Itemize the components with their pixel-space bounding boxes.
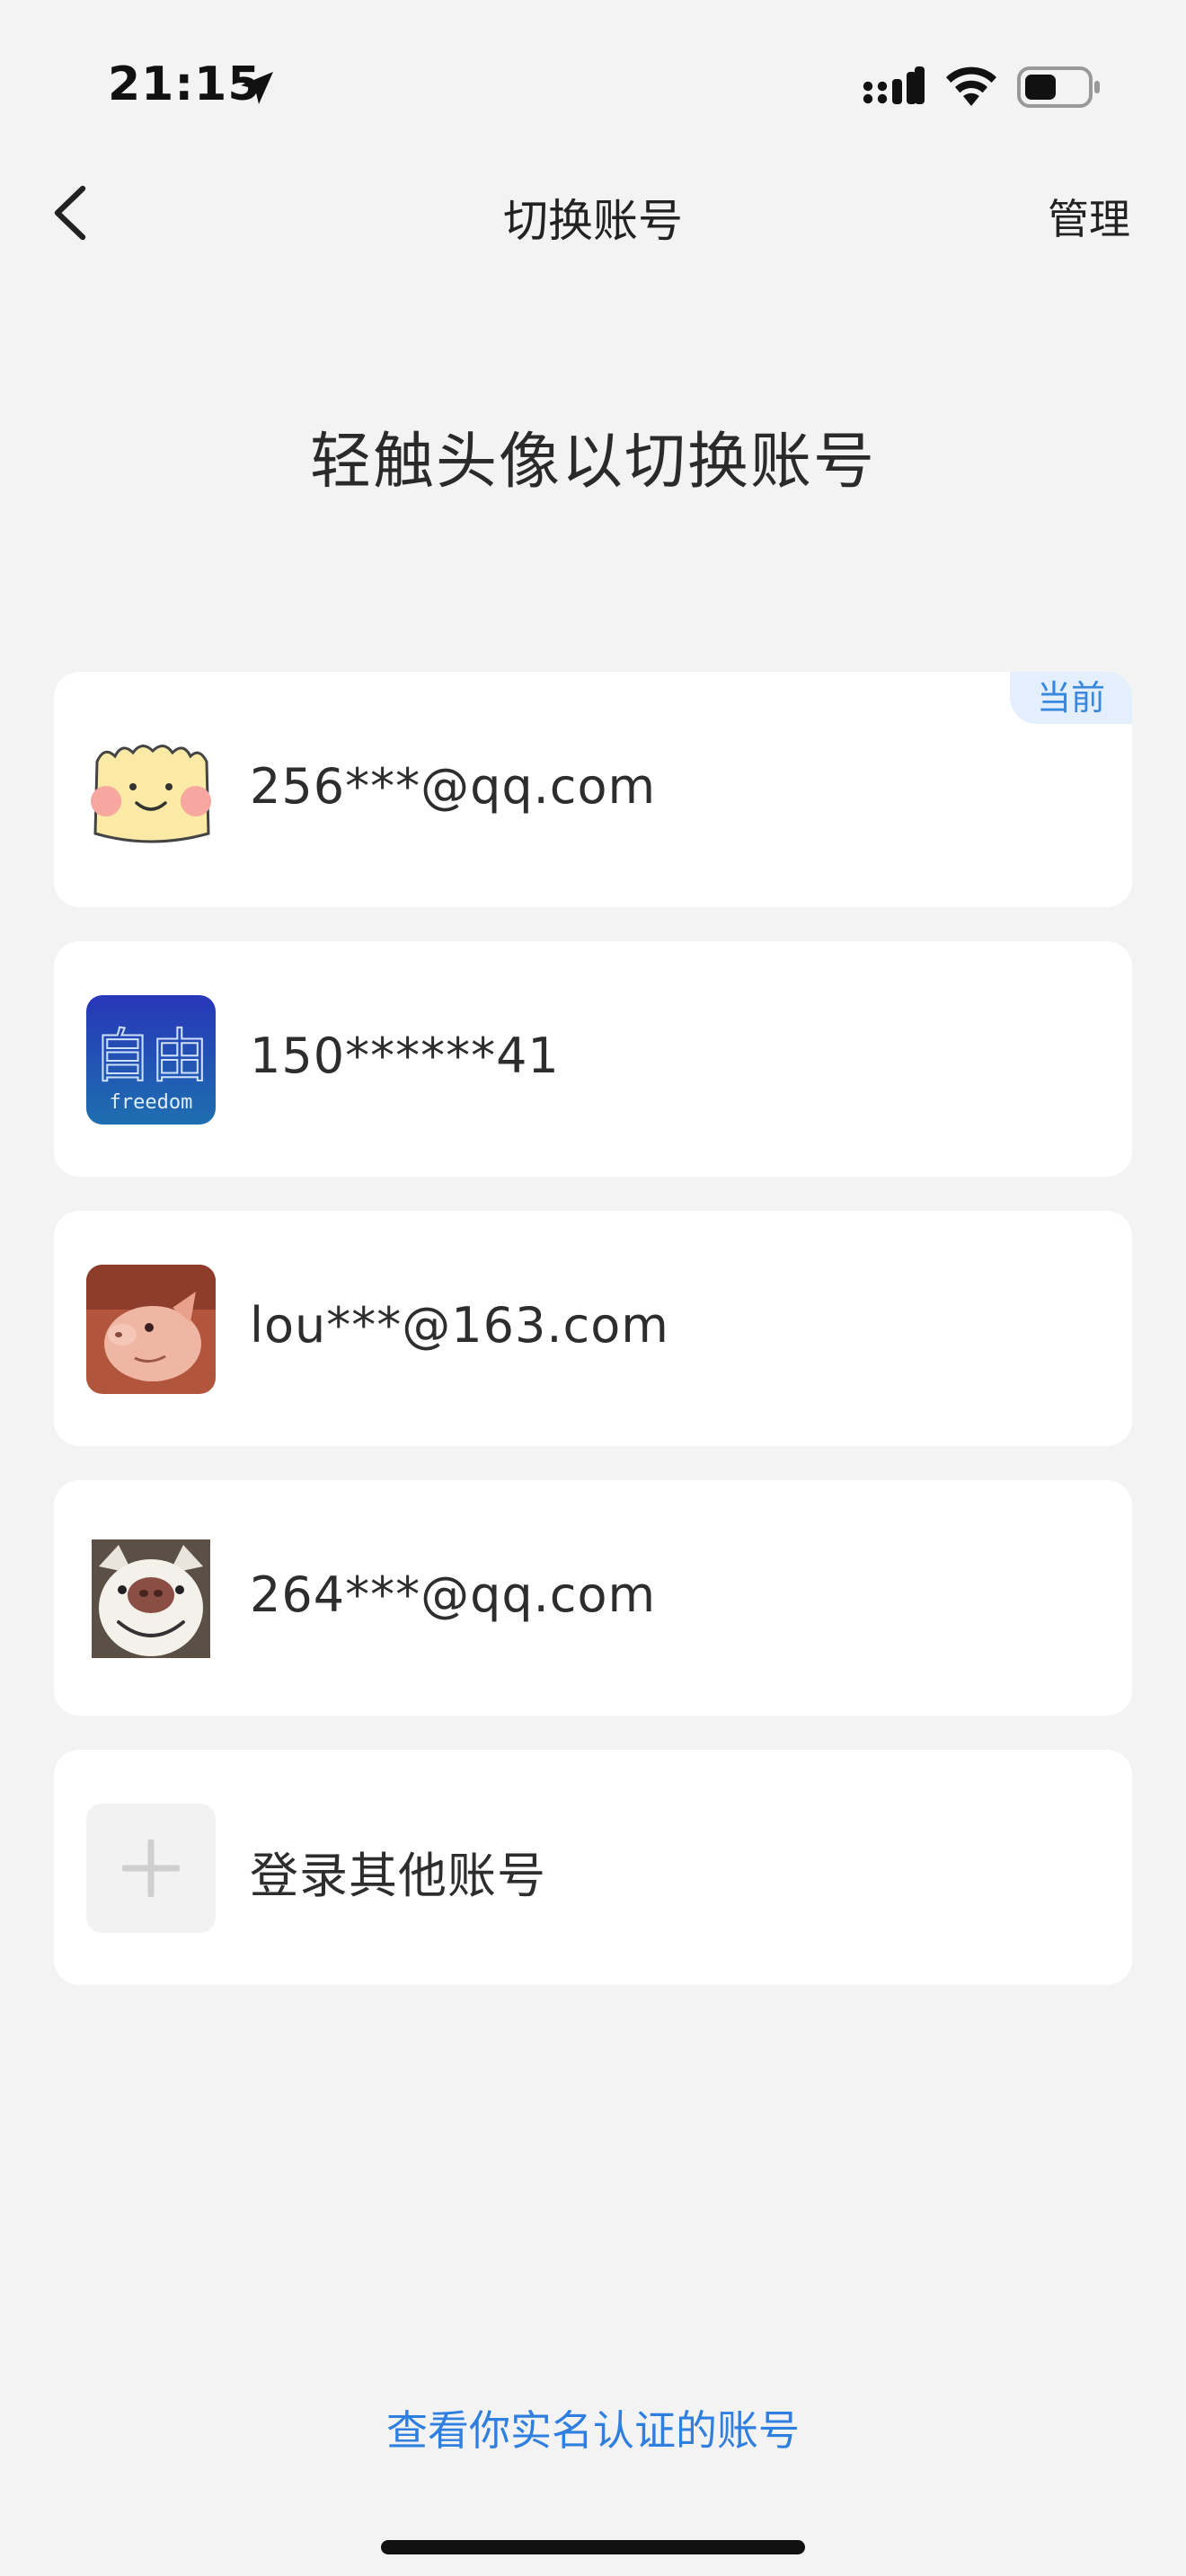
avatar-freedom-hanzi: 自由 <box>93 1024 208 1090</box>
battery-icon <box>1017 66 1100 108</box>
wifi-icon <box>946 66 996 106</box>
cartoon-face-avatar[interactable] <box>86 726 216 855</box>
nav-bar: 切换账号 管理 <box>0 153 1186 269</box>
account-name: 264***@qq.com <box>250 1566 657 1623</box>
current-badge: 当前 <box>1010 672 1132 724</box>
account-card-3[interactable]: lou***@163.com <box>54 1211 1132 1446</box>
piglet-avatar[interactable] <box>86 1265 216 1394</box>
view-verified-accounts-link[interactable]: 查看你实名认证的账号 <box>0 2398 1186 2457</box>
plus-icon <box>122 1839 180 1897</box>
freedom-text-avatar[interactable]: 自由 freedom <box>86 995 216 1125</box>
switch-account-heading: 轻触头像以切换账号 <box>309 427 876 498</box>
add-account-avatar[interactable] <box>86 1804 216 1933</box>
add-account-card[interactable]: 登录其他账号 <box>54 1750 1132 1985</box>
status-bar: 21:15 <box>0 0 1186 153</box>
account-name: 256***@qq.com <box>250 758 657 815</box>
add-account-label: 登录其他账号 <box>250 1848 546 1904</box>
account-name: 150******41 <box>250 1028 560 1084</box>
home-indicator <box>381 2540 805 2554</box>
account-name: lou***@163.com <box>250 1297 669 1354</box>
manage-button[interactable]: 管理 <box>1048 187 1130 246</box>
account-card-1[interactable]: 256***@qq.com 当前 <box>54 672 1132 907</box>
account-card-4[interactable]: 264***@qq.com <box>54 1480 1132 1716</box>
cellular-signal-icon <box>863 66 925 104</box>
avatar-freedom-label: freedom <box>110 1091 193 1114</box>
account-card-2[interactable]: 自由 freedom 150******41 <box>54 941 1132 1177</box>
smiling-dog-avatar[interactable] <box>92 1539 210 1658</box>
location-arrow-icon <box>241 72 273 104</box>
page-title: 切换账号 <box>503 195 683 247</box>
